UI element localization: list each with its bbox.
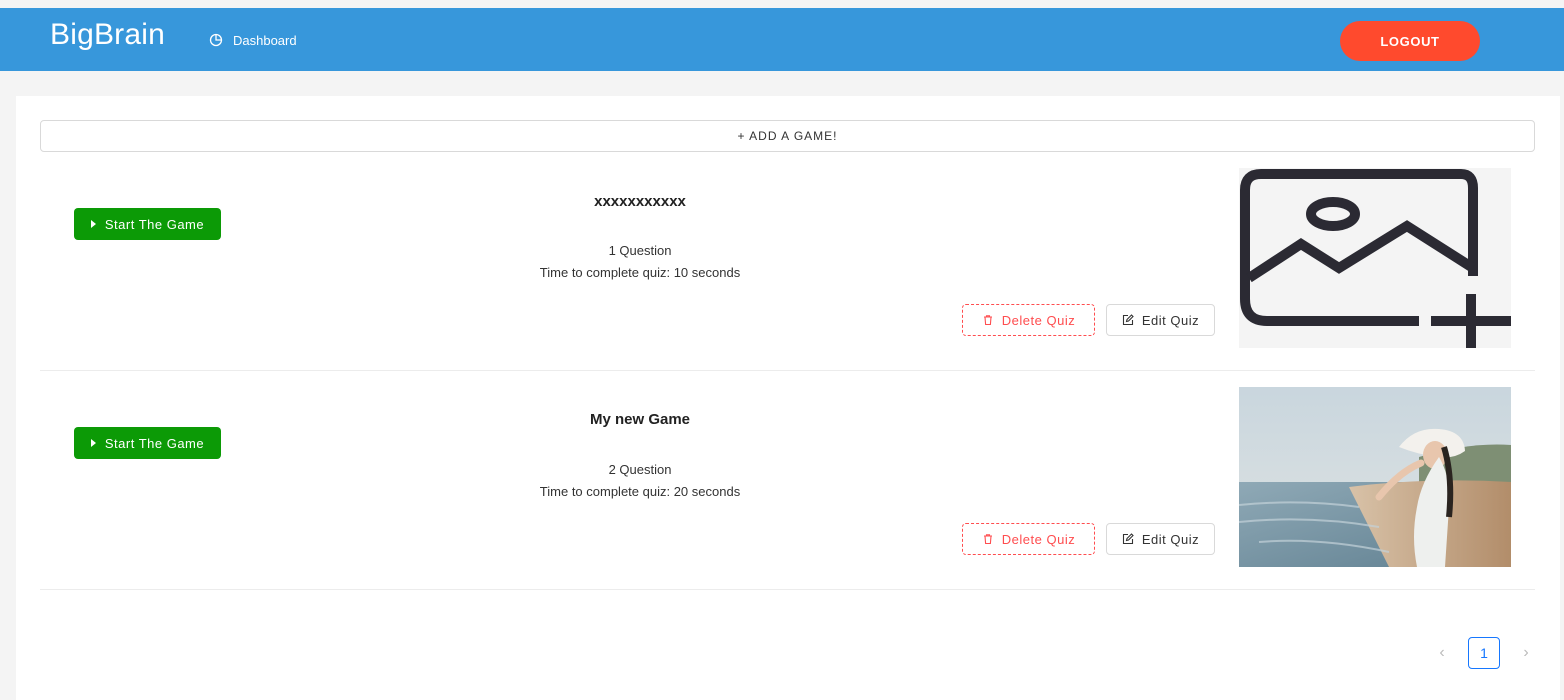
edit-quiz-label: Edit Quiz xyxy=(1141,312,1200,328)
question-count: 2 Question xyxy=(608,462,672,477)
game-thumbnail xyxy=(1239,168,1511,348)
prev-page-button[interactable]: ‹ xyxy=(1430,637,1454,669)
game-meta: 2 Question Time to complete quiz: 20 sec… xyxy=(440,459,840,503)
nav-item-dashboard[interactable]: Dashboard xyxy=(209,32,297,48)
next-page-button[interactable]: › xyxy=(1514,637,1538,669)
delete-quiz-button[interactable]: Delete Quiz xyxy=(962,523,1095,555)
pagination: ‹ 1 › xyxy=(1430,637,1538,669)
pie-chart-icon xyxy=(209,33,223,47)
delete-quiz-label: Delete Quiz xyxy=(1001,531,1076,547)
game-title: My new Game xyxy=(589,411,691,428)
nav-item-label: Dashboard xyxy=(233,32,297,48)
question-count: 1 Question xyxy=(608,243,672,258)
quiz-duration: Time to complete quiz: 10 seconds xyxy=(539,265,741,280)
start-game-label: Start The Game xyxy=(104,216,205,232)
edit-quiz-button[interactable]: Edit Quiz xyxy=(1106,304,1215,336)
delete-quiz-button[interactable]: Delete Quiz xyxy=(962,304,1095,336)
game-meta: 1 Question Time to complete quiz: 10 sec… xyxy=(440,240,840,284)
game-title: xxxxxxxxxxx xyxy=(594,193,686,210)
top-strip xyxy=(0,0,1564,8)
start-game-button[interactable]: Start The Game xyxy=(74,208,221,240)
game-thumbnail xyxy=(1239,387,1511,567)
edit-icon xyxy=(1122,533,1134,545)
add-game-button[interactable]: + ADD A GAME! xyxy=(40,120,1535,152)
app-header: BigBrain Dashboard LOGOUT xyxy=(0,8,1564,71)
main-content: + ADD A GAME! Start The Game xxxxxxxxxxx… xyxy=(16,96,1560,700)
delete-quiz-label: Delete Quiz xyxy=(1001,312,1076,328)
trash-icon xyxy=(983,315,992,326)
logout-button[interactable]: LOGOUT xyxy=(1340,21,1480,61)
page-1-button[interactable]: 1 xyxy=(1468,637,1500,669)
play-icon xyxy=(90,220,96,228)
placeholder-image-add-icon xyxy=(1239,168,1511,348)
brand-logo[interactable]: BigBrain xyxy=(50,18,165,52)
game-row: Start The Game xxxxxxxxxxx 1 Question Ti… xyxy=(40,168,1535,371)
game-row: Start The Game My new Game 2 Question Ti… xyxy=(40,387,1535,590)
play-icon xyxy=(90,439,96,447)
beach-photo xyxy=(1239,387,1511,567)
edit-quiz-label: Edit Quiz xyxy=(1141,531,1200,547)
edit-icon xyxy=(1122,314,1134,326)
quiz-duration: Time to complete quiz: 20 seconds xyxy=(539,484,741,499)
trash-icon xyxy=(983,534,992,545)
start-game-button[interactable]: Start The Game xyxy=(74,427,221,459)
edit-quiz-button[interactable]: Edit Quiz xyxy=(1106,523,1215,555)
start-game-label: Start The Game xyxy=(104,435,205,451)
